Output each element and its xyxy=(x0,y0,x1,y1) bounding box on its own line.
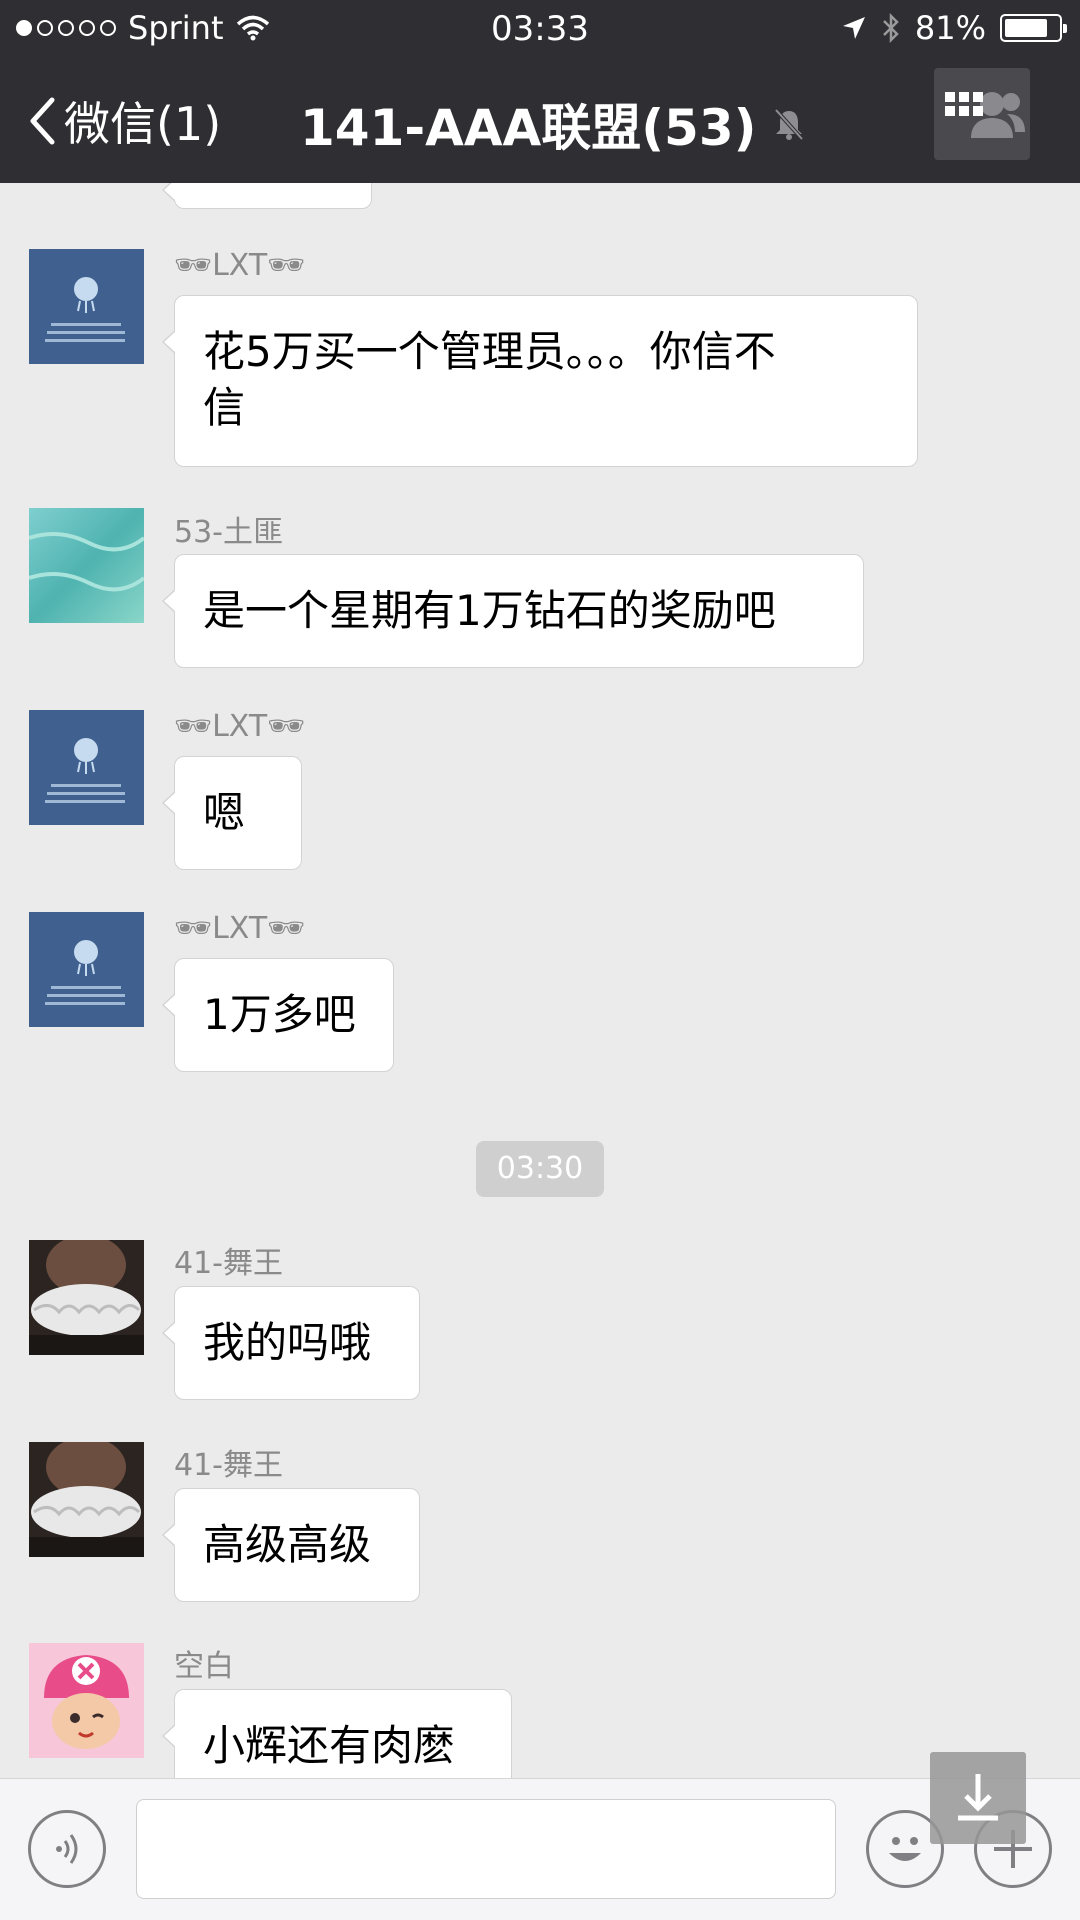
mute-bell-icon xyxy=(774,108,803,141)
message-text: 嗯 xyxy=(203,788,246,837)
ruff-collar-avatar-icon xyxy=(29,1240,144,1355)
sender-name: 41-舞王 xyxy=(174,1448,283,1483)
water-avatar-icon xyxy=(29,508,144,623)
chat-title: 141-AAA联盟(53) xyxy=(300,88,807,160)
message-bubble[interactable]: 小辉还有肉麽 xyxy=(162,1689,512,1778)
wechat-group-chat-screen: Sprint 03:33 81% 微信(1) 141-AAA联盟(53) 🕶LX… xyxy=(0,0,1080,1920)
message-list[interactable]: 🕶LXT🕶 花5万买一个管理员。。。你信不 信 53-土匪 是一个星期有1万钻石… xyxy=(0,183,1080,1778)
location-arrow-icon xyxy=(842,17,865,39)
sender-name: 🕶LXT🕶 xyxy=(174,709,306,744)
message-text: 1万多吧 xyxy=(203,990,356,1039)
smiley-face-icon xyxy=(889,1837,921,1861)
ruff-collar-avatar-icon xyxy=(29,1442,144,1557)
download-arrow-icon xyxy=(958,1774,998,1821)
message-bubble[interactable]: 高级高级 xyxy=(162,1488,420,1602)
chat-title-text: 141-AAA联盟(53) xyxy=(300,99,757,157)
message-text: 我的吗哦 xyxy=(203,1318,372,1367)
avatar[interactable] xyxy=(29,249,144,364)
input-bar xyxy=(0,1778,1080,1920)
sender-name: 53-土匪 xyxy=(174,515,283,550)
voice-input-button[interactable] xyxy=(28,1810,106,1888)
message-input[interactable] xyxy=(136,1799,836,1899)
jellyfish-avatar-icon xyxy=(29,249,144,364)
avatar[interactable] xyxy=(29,1240,144,1355)
cartoon-avatar-icon xyxy=(29,1643,144,1758)
top-bar: Sprint 03:33 81% 微信(1) 141-AAA联盟(53) xyxy=(0,0,1080,183)
avatar[interactable] xyxy=(29,912,144,1027)
voice-icon xyxy=(56,1834,78,1864)
message-bubble[interactable]: 嗯 xyxy=(162,756,302,870)
jellyfish-avatar-icon xyxy=(29,710,144,825)
battery-percent: 81% xyxy=(914,9,986,47)
message-bubble[interactable]: 花5万买一个管理员。。。你信不 信 xyxy=(162,295,918,467)
group-info-button[interactable] xyxy=(934,68,1030,160)
chevron-left-icon xyxy=(30,97,55,145)
avatar[interactable] xyxy=(29,1643,144,1758)
sender-name: 空白 xyxy=(174,1649,234,1684)
message-text: 高级高级 xyxy=(203,1520,372,1569)
battery-fill xyxy=(1005,19,1048,37)
back-button[interactable]: 微信(1) xyxy=(28,88,221,154)
status-bar: Sprint 03:33 81% xyxy=(0,0,1080,58)
jellyfish-avatar-icon xyxy=(29,912,144,1027)
avatar[interactable] xyxy=(29,508,144,623)
sender-name: 🕶LXT🕶 xyxy=(174,911,306,946)
scroll-to-bottom-button[interactable] xyxy=(930,1752,1026,1844)
message-text: 是一个星期有1万钻石的奖励吧 xyxy=(203,586,776,635)
sender-name: 🕶LXT🕶 xyxy=(174,248,306,283)
status-right: 81% xyxy=(841,9,1067,47)
avatar[interactable] xyxy=(29,710,144,825)
avatar[interactable] xyxy=(29,1442,144,1557)
group-members-icon xyxy=(945,92,1025,138)
battery-icon xyxy=(1000,14,1067,42)
bluetooth-icon xyxy=(882,12,899,44)
message-bubble-partial[interactable] xyxy=(162,183,372,209)
navigation-bar: 微信(1) 141-AAA联盟(53) xyxy=(0,58,1080,183)
message-text-line: 花5万买一个管理员。。。你信不 xyxy=(203,327,776,376)
message-text-line: 信 xyxy=(203,383,246,432)
time-divider: 03:30 xyxy=(476,1141,604,1197)
message-bubble[interactable]: 是一个星期有1万钻石的奖励吧 xyxy=(162,554,864,668)
message-bubble[interactable]: 1万多吧 xyxy=(162,958,394,1072)
message-text: 小辉还有肉麽 xyxy=(203,1721,456,1770)
message-bubble[interactable]: 我的吗哦 xyxy=(162,1286,420,1400)
sender-name: 41-舞王 xyxy=(174,1246,283,1281)
back-label: 微信(1) xyxy=(64,97,222,151)
